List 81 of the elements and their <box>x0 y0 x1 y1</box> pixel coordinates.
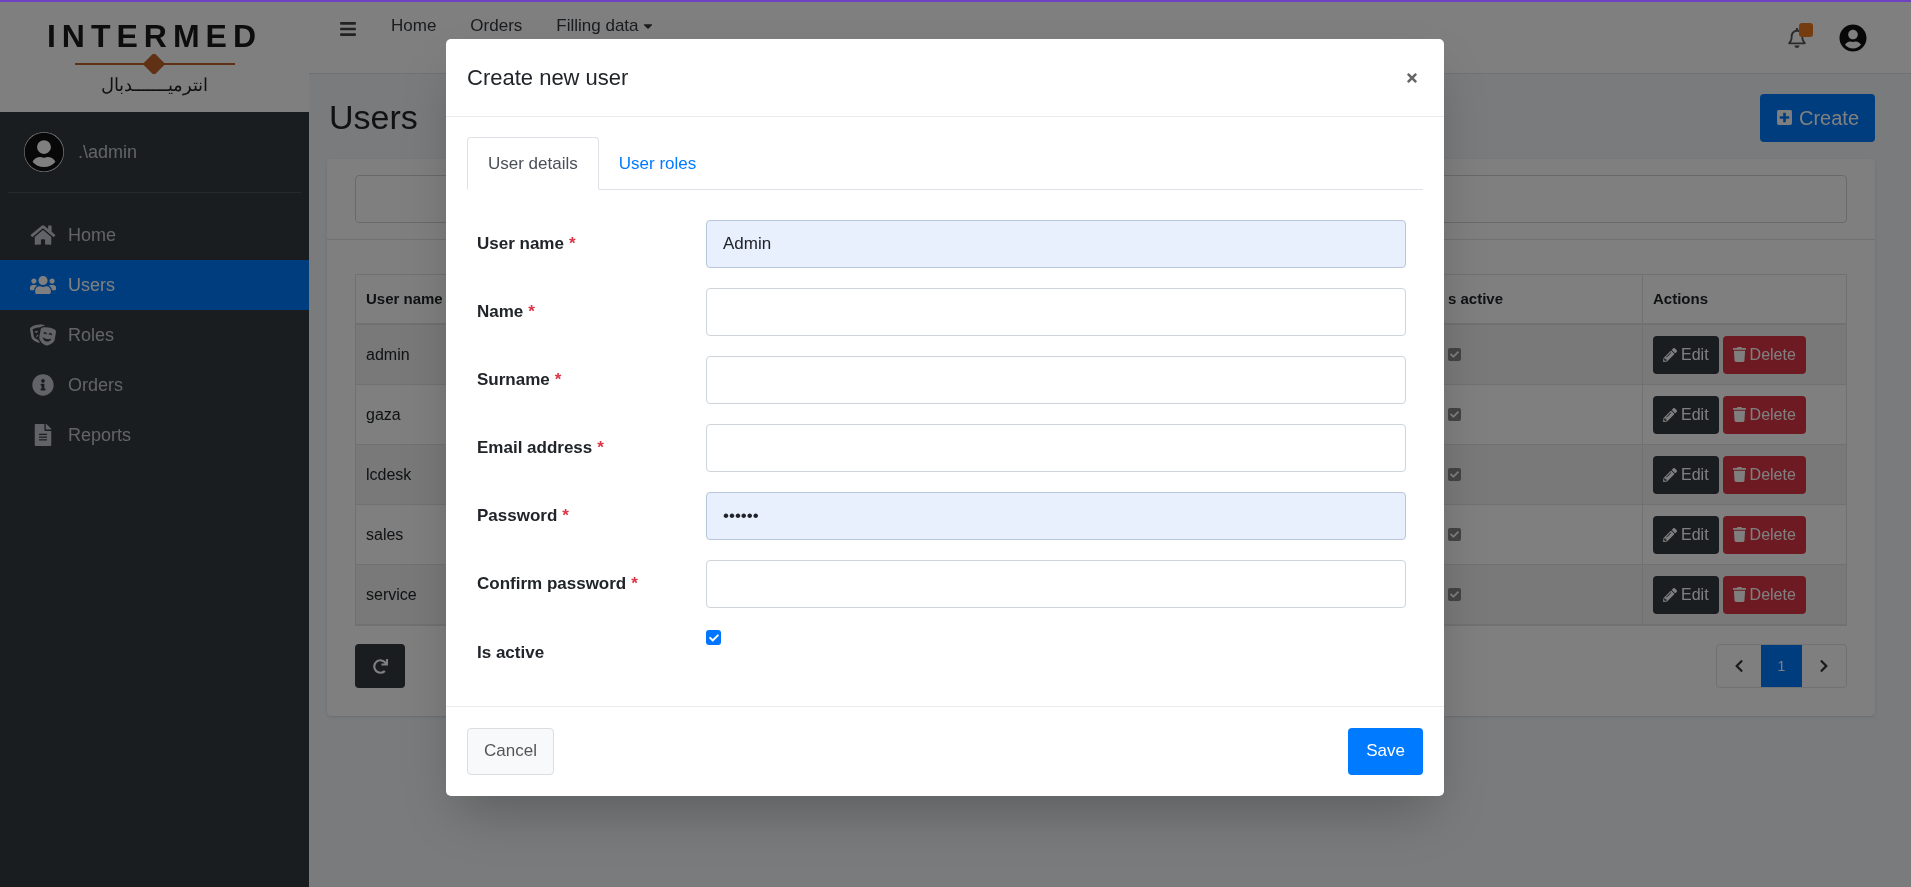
sidebar-item[interactable]: Reports <box>0 410 309 460</box>
field-label: User name <box>477 233 564 256</box>
menu-icon[interactable] <box>339 20 357 38</box>
input-field[interactable] <box>706 560 1406 608</box>
nav-link[interactable]: Home <box>391 16 437 36</box>
tab[interactable]: User details <box>467 137 599 190</box>
refresh-icon <box>372 658 388 674</box>
trash-icon <box>1732 527 1746 542</box>
users-icon <box>30 274 56 296</box>
trash-icon <box>1732 467 1746 482</box>
close-icon[interactable] <box>1405 70 1419 85</box>
edit-button[interactable]: Edit <box>1653 455 1719 494</box>
required-mark: * <box>562 505 569 528</box>
table-cell-text: lcdesk <box>366 464 412 485</box>
masks-icon <box>30 324 56 346</box>
required-mark: * <box>528 301 535 324</box>
edit-button[interactable]: Edit <box>1653 395 1719 434</box>
trash-icon <box>1732 407 1746 422</box>
required-mark: * <box>597 437 604 460</box>
logo-text: INTERMED <box>46 20 263 52</box>
page-title: Users <box>329 97 418 138</box>
tab[interactable]: User roles <box>598 137 717 190</box>
logo-diamond-icon <box>74 54 235 74</box>
pencil-icon <box>1663 527 1677 542</box>
home-icon <box>30 224 56 246</box>
nav-link[interactable]: Orders <box>470 16 523 36</box>
chevron-left-icon <box>1733 659 1745 673</box>
field-label: Surname <box>477 369 550 392</box>
user-name[interactable]: .\admin <box>78 138 138 166</box>
checkbox[interactable] <box>706 630 721 645</box>
edit-button[interactable]: Edit <box>1653 515 1719 554</box>
pencil-icon <box>1663 587 1677 602</box>
table-cell-text: service <box>366 584 417 605</box>
input-field[interactable]: Admin <box>706 220 1406 268</box>
delete-button[interactable]: Delete <box>1722 335 1806 374</box>
avatar-icon[interactable] <box>1839 24 1867 52</box>
field-label: Confirm password <box>477 573 627 596</box>
cancel-button[interactable]: Cancel <box>467 727 554 775</box>
input-field[interactable] <box>706 424 1406 472</box>
info-icon <box>30 374 56 396</box>
plus-icon <box>1775 109 1793 126</box>
input-field[interactable] <box>706 288 1406 336</box>
table-cell-text: sales <box>366 524 404 545</box>
sidebar-item[interactable]: Users <box>0 260 309 310</box>
field-label: Name <box>477 301 524 324</box>
nav-dropdown[interactable]: Filling data <box>556 16 655 36</box>
delete-button[interactable]: Delete <box>1722 575 1806 614</box>
chevron-right-icon <box>1818 659 1830 673</box>
required-mark: * <box>554 369 562 392</box>
delete-button[interactable]: Delete <box>1722 395 1806 434</box>
logo-arabic-text: انترميـــــــدبال <box>101 76 208 94</box>
sidebar-item[interactable]: Roles <box>0 310 309 360</box>
table-cell-text: admin <box>366 344 410 365</box>
pencil-icon <box>1663 467 1677 482</box>
field-label: Email address <box>477 437 593 460</box>
sidebar-item[interactable]: Home <box>0 210 309 260</box>
pencil-icon <box>1663 347 1677 362</box>
delete-button[interactable]: Delete <box>1722 515 1806 554</box>
input-field[interactable]: •••••• <box>706 492 1406 540</box>
column-header: User name <box>366 288 443 309</box>
create-button[interactable]: Create <box>1759 93 1875 142</box>
column-header: s active <box>1448 288 1504 309</box>
sidebar-item[interactable]: Orders <box>0 360 309 410</box>
edit-button[interactable]: Edit <box>1653 335 1719 374</box>
delete-button[interactable]: Delete <box>1722 455 1806 494</box>
trash-icon <box>1732 587 1746 602</box>
save-button[interactable]: Save <box>1348 727 1423 775</box>
field-label: Password <box>477 505 558 528</box>
avatar-icon <box>24 132 64 172</box>
page-button[interactable]: 1 <box>1761 645 1802 687</box>
input-field[interactable] <box>706 356 1406 404</box>
edit-button[interactable]: Edit <box>1653 575 1719 614</box>
required-mark: * <box>568 233 576 256</box>
trash-icon <box>1732 347 1746 362</box>
table-cell-text: gaza <box>366 404 401 425</box>
field-label: Is active <box>477 642 545 664</box>
required-mark: * <box>631 573 638 596</box>
column-header: Actions <box>1653 288 1708 309</box>
pencil-icon <box>1663 407 1677 422</box>
modal-title: Create new user <box>467 64 629 92</box>
refresh-button[interactable] <box>355 644 405 688</box>
